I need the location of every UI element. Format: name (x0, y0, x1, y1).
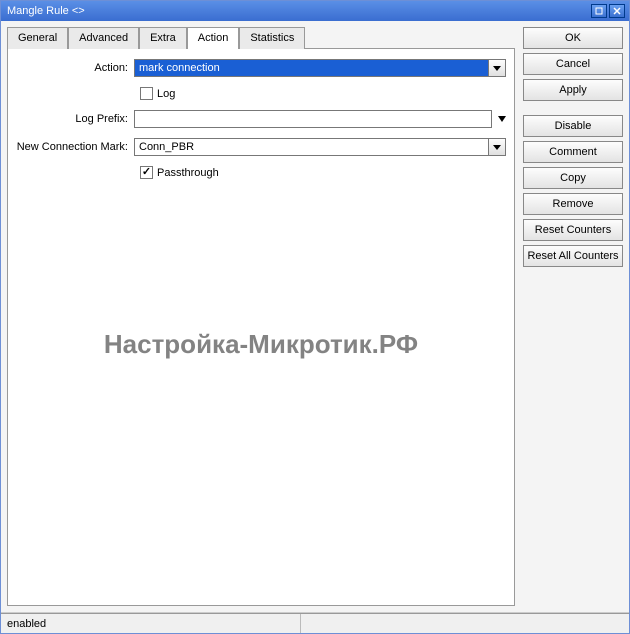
status-state: enabled (1, 614, 301, 633)
watermark-text: Настройка-Микротик.РФ (8, 329, 514, 360)
disable-button[interactable]: Disable (523, 115, 623, 137)
tab-advanced[interactable]: Advanced (68, 27, 139, 49)
cancel-button[interactable]: Cancel (523, 53, 623, 75)
log-prefix-dropdown-icon[interactable] (498, 116, 506, 122)
window-body: General Advanced Extra Action Statistics… (1, 21, 629, 613)
log-prefix-label: Log Prefix: (16, 113, 134, 125)
new-conn-mark-dropdown-button[interactable] (488, 138, 506, 156)
new-conn-mark-label: New Connection Mark: (16, 141, 134, 153)
dropdown-icon (493, 66, 501, 71)
tab-panel-action: Action: mark connection Log (7, 48, 515, 606)
action-dropdown-button[interactable] (488, 59, 506, 77)
apply-button[interactable]: Apply (523, 79, 623, 101)
window-title: Mangle Rule <> (7, 5, 589, 17)
row-new-conn-mark: New Connection Mark: Conn_PBR (16, 138, 506, 156)
row-passthrough: ✓ Passthrough (140, 166, 506, 179)
action-input[interactable]: mark connection (134, 59, 488, 77)
passthrough-checkbox-label: Passthrough (157, 167, 219, 179)
ok-button[interactable]: OK (523, 27, 623, 49)
close-button[interactable] (609, 4, 625, 18)
minimize-button[interactable] (591, 4, 607, 18)
passthrough-checkbox[interactable]: ✓ (140, 166, 153, 179)
tab-statistics[interactable]: Statistics (239, 27, 305, 49)
log-checkbox[interactable] (140, 87, 153, 100)
status-bar: enabled (1, 613, 629, 633)
tab-general[interactable]: General (7, 27, 68, 49)
new-conn-mark-combo[interactable]: Conn_PBR (134, 138, 506, 156)
row-log: Log (140, 87, 506, 100)
row-log-prefix: Log Prefix: (16, 110, 506, 128)
dropdown-icon (493, 145, 501, 150)
action-label: Action: (16, 62, 134, 74)
copy-button[interactable]: Copy (523, 167, 623, 189)
main-column: General Advanced Extra Action Statistics… (7, 27, 515, 606)
comment-button[interactable]: Comment (523, 141, 623, 163)
mangle-rule-window: Mangle Rule <> General Advanced Extra Ac… (0, 0, 630, 634)
new-conn-mark-input[interactable]: Conn_PBR (134, 138, 488, 156)
tab-extra[interactable]: Extra (139, 27, 187, 49)
button-sidebar: OK Cancel Apply Disable Comment Copy Rem… (523, 27, 623, 606)
reset-counters-button[interactable]: Reset Counters (523, 219, 623, 241)
action-combo[interactable]: mark connection (134, 59, 506, 77)
log-prefix-input[interactable] (134, 110, 492, 128)
remove-button[interactable]: Remove (523, 193, 623, 215)
tab-strip: General Advanced Extra Action Statistics (7, 27, 515, 49)
log-checkbox-label: Log (157, 88, 175, 100)
row-action: Action: mark connection (16, 59, 506, 77)
tab-action[interactable]: Action (187, 27, 240, 49)
reset-all-counters-button[interactable]: Reset All Counters (523, 245, 623, 267)
titlebar: Mangle Rule <> (1, 1, 629, 21)
status-empty (301, 614, 629, 633)
